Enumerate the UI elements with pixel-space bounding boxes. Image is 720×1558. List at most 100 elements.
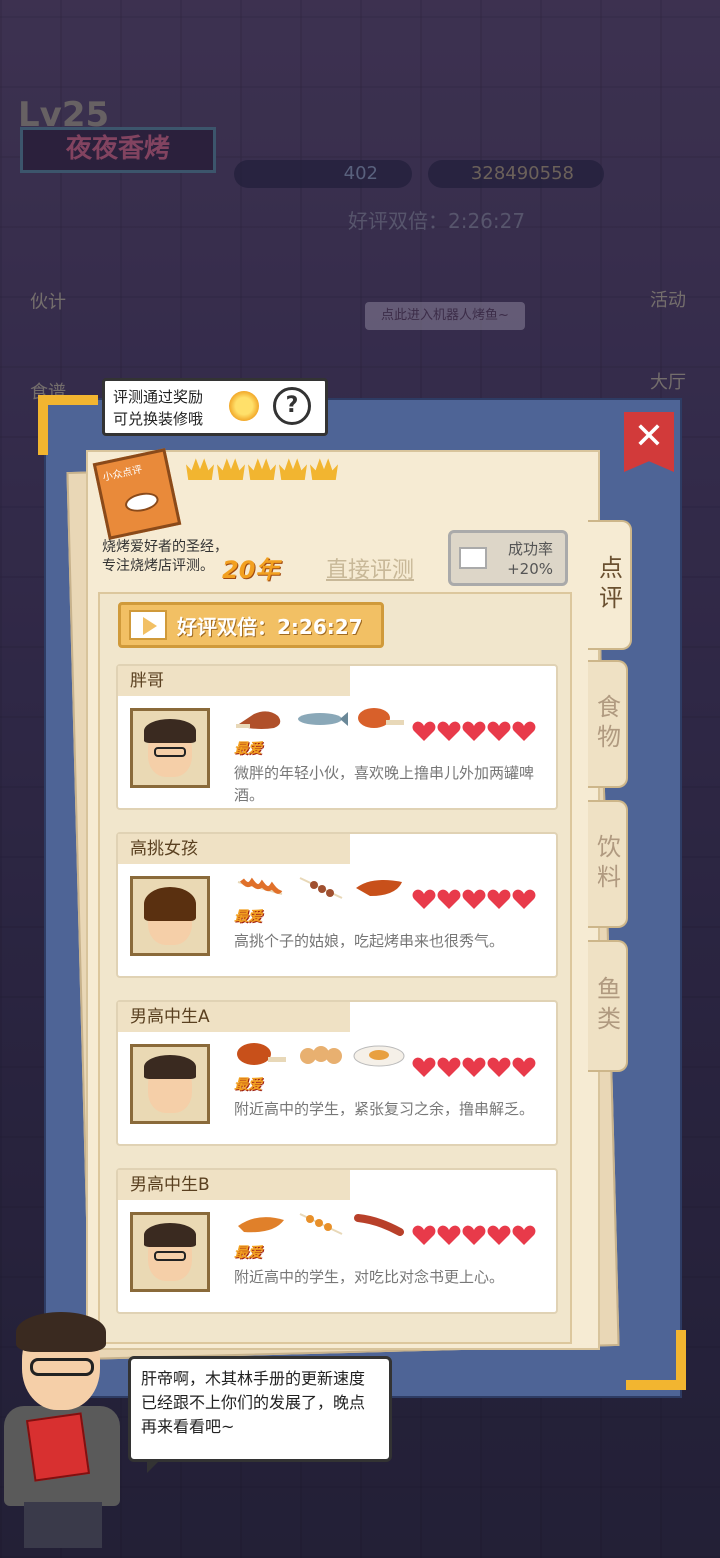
customer-card[interactable]: 高挑女孩 最爱 高挑个子的姑娘，吃起烤串来也很秀气。 xyxy=(116,832,558,978)
grilled-fish-icon xyxy=(298,712,348,726)
review-book-icon: 小众点评 xyxy=(92,448,182,540)
hair xyxy=(144,887,196,921)
heart-rating xyxy=(412,888,536,910)
chicken-wing-icon xyxy=(356,880,402,896)
red-book-icon xyxy=(25,1412,91,1482)
drumstick-icon xyxy=(237,1043,286,1065)
customer-description: 附近高中的学生，对吃比对念书更上心。 xyxy=(234,1268,505,1286)
heart-rating xyxy=(412,1056,536,1078)
crown-icon xyxy=(310,458,338,480)
heart-icon xyxy=(487,720,511,742)
close-icon: ✕ xyxy=(633,416,665,457)
guide-character xyxy=(0,1310,128,1558)
customer-card[interactable]: 男高中生B 最爱 附近高中的学生，对吃比对念书更上心。 xyxy=(116,1168,558,1314)
avatar xyxy=(130,876,210,956)
crown-icon xyxy=(186,458,214,480)
face xyxy=(144,887,196,945)
face xyxy=(144,719,196,777)
face xyxy=(144,1223,196,1281)
desc-line-1: 烧烤爱好者的圣经， xyxy=(102,539,228,555)
heart-rating xyxy=(412,720,536,742)
tab-fish[interactable]: 鱼类 xyxy=(588,940,628,1072)
video-ad-icon xyxy=(459,547,487,569)
heart-icon xyxy=(512,720,536,742)
customer-name: 胖哥 xyxy=(118,666,350,696)
desc-line-2: 专注烧烤店评测。 xyxy=(102,558,214,574)
tab-drinks[interactable]: 饮料 xyxy=(588,800,628,928)
customer-name: 男高中生B xyxy=(118,1170,350,1200)
heart-icon xyxy=(487,888,511,910)
customer-list[interactable]: 好评双倍：2:26:27 胖哥 最爱 微胖的年轻小伙，喜欢晚上撸串儿外加两罐啤酒… xyxy=(98,592,572,1344)
heart-rating xyxy=(412,1224,536,1246)
heart-icon xyxy=(487,1056,511,1078)
crown-icon xyxy=(248,458,276,480)
glasses xyxy=(154,1251,186,1261)
play-video-icon xyxy=(129,610,167,640)
sausage-icon xyxy=(354,1214,404,1236)
heart-icon xyxy=(462,1056,486,1078)
book-title: 小众点评 xyxy=(101,464,144,484)
heart-icon xyxy=(412,888,436,910)
oyster-plate-icon xyxy=(353,1045,405,1067)
customer-name: 男高中生A xyxy=(118,1002,350,1032)
chicken-leg-icon xyxy=(358,708,404,728)
customer-name: 高挑女孩 xyxy=(118,834,350,864)
heart-icon xyxy=(462,1224,486,1246)
heart-icon xyxy=(437,1056,461,1078)
crown-icon xyxy=(217,458,245,480)
panel-corner-bottom-right xyxy=(626,1330,686,1390)
heart-icon xyxy=(437,720,461,742)
customer-card[interactable]: 胖哥 最爱 微胖的年轻小伙，喜欢晚上撸串儿外加两罐啤酒。 xyxy=(116,664,558,810)
years-badge: 20年 xyxy=(222,556,280,584)
heart-icon xyxy=(437,1224,461,1246)
book-description: 烧烤爱好者的圣经， 专注烧烤店评测。 xyxy=(102,538,228,576)
panel-corner-top-left xyxy=(38,395,98,455)
tab-review[interactable]: 点评 xyxy=(588,520,632,650)
hair xyxy=(144,719,196,743)
crown-rating xyxy=(186,456,338,480)
character-glasses xyxy=(30,1358,94,1376)
avatar xyxy=(130,708,210,788)
ball-skewer-icon xyxy=(299,1213,343,1235)
avatar xyxy=(130,1044,210,1124)
customer-card[interactable]: 男高中生A 最爱 附近高中的学生，紧张复习之余，撸串解乏。 xyxy=(116,1000,558,1146)
spiral-potato-icon xyxy=(237,877,283,895)
heart-icon xyxy=(512,888,536,910)
favorite-label: 最爱 xyxy=(234,741,262,757)
heart-icon xyxy=(462,888,486,910)
favorite-label: 最爱 xyxy=(234,1245,262,1261)
hair xyxy=(144,1055,196,1079)
heart-icon xyxy=(412,1056,436,1078)
direct-review-button[interactable]: 直接评测 xyxy=(326,552,414,584)
customer-description: 微胖的年轻小伙，喜欢晚上撸串儿外加两罐啤酒。 xyxy=(234,764,535,804)
crown-icon xyxy=(279,458,307,480)
medal-icon xyxy=(229,391,259,421)
heart-icon xyxy=(512,1056,536,1078)
heart-icon xyxy=(412,1224,436,1246)
roast-leg-icon xyxy=(236,711,281,729)
customer-description: 高挑个子的姑娘，吃起烤串来也很秀气。 xyxy=(234,932,505,950)
favorite-label: 最爱 xyxy=(234,909,262,925)
avatar xyxy=(130,1212,210,1292)
heart-icon xyxy=(487,1224,511,1246)
plate-icon xyxy=(123,489,161,515)
customer-description: 附近高中的学生，紧张复习之余，撸串解乏。 xyxy=(234,1100,535,1118)
dialog-bubble: 肝帝啊，木其林手册的更新速度已经跟不上你们的发展了，晚点再来看看吧~ xyxy=(128,1356,392,1473)
double-review-timer: 好评双倍：2:26:27 xyxy=(177,614,363,639)
bun-icon xyxy=(300,1046,342,1064)
character-legs xyxy=(24,1502,102,1548)
help-button[interactable]: ? xyxy=(273,387,311,425)
favorite-label: 最爱 xyxy=(234,1077,262,1093)
glasses xyxy=(154,747,186,757)
face xyxy=(144,1055,196,1113)
hair xyxy=(144,1223,196,1247)
heart-icon xyxy=(512,1224,536,1246)
heart-icon xyxy=(462,720,486,742)
wings-icon xyxy=(238,1217,284,1233)
success-rate-button[interactable]: 成功率 +20% xyxy=(448,530,568,586)
tab-food[interactable]: 食物 xyxy=(588,660,628,788)
reward-tooltip: 评测通过奖励 可兑换装修哦 ? xyxy=(102,378,328,436)
meat-skewer-icon xyxy=(299,877,343,899)
double-review-banner[interactable]: 好评双倍：2:26:27 xyxy=(118,602,384,648)
character-hair xyxy=(16,1312,106,1352)
